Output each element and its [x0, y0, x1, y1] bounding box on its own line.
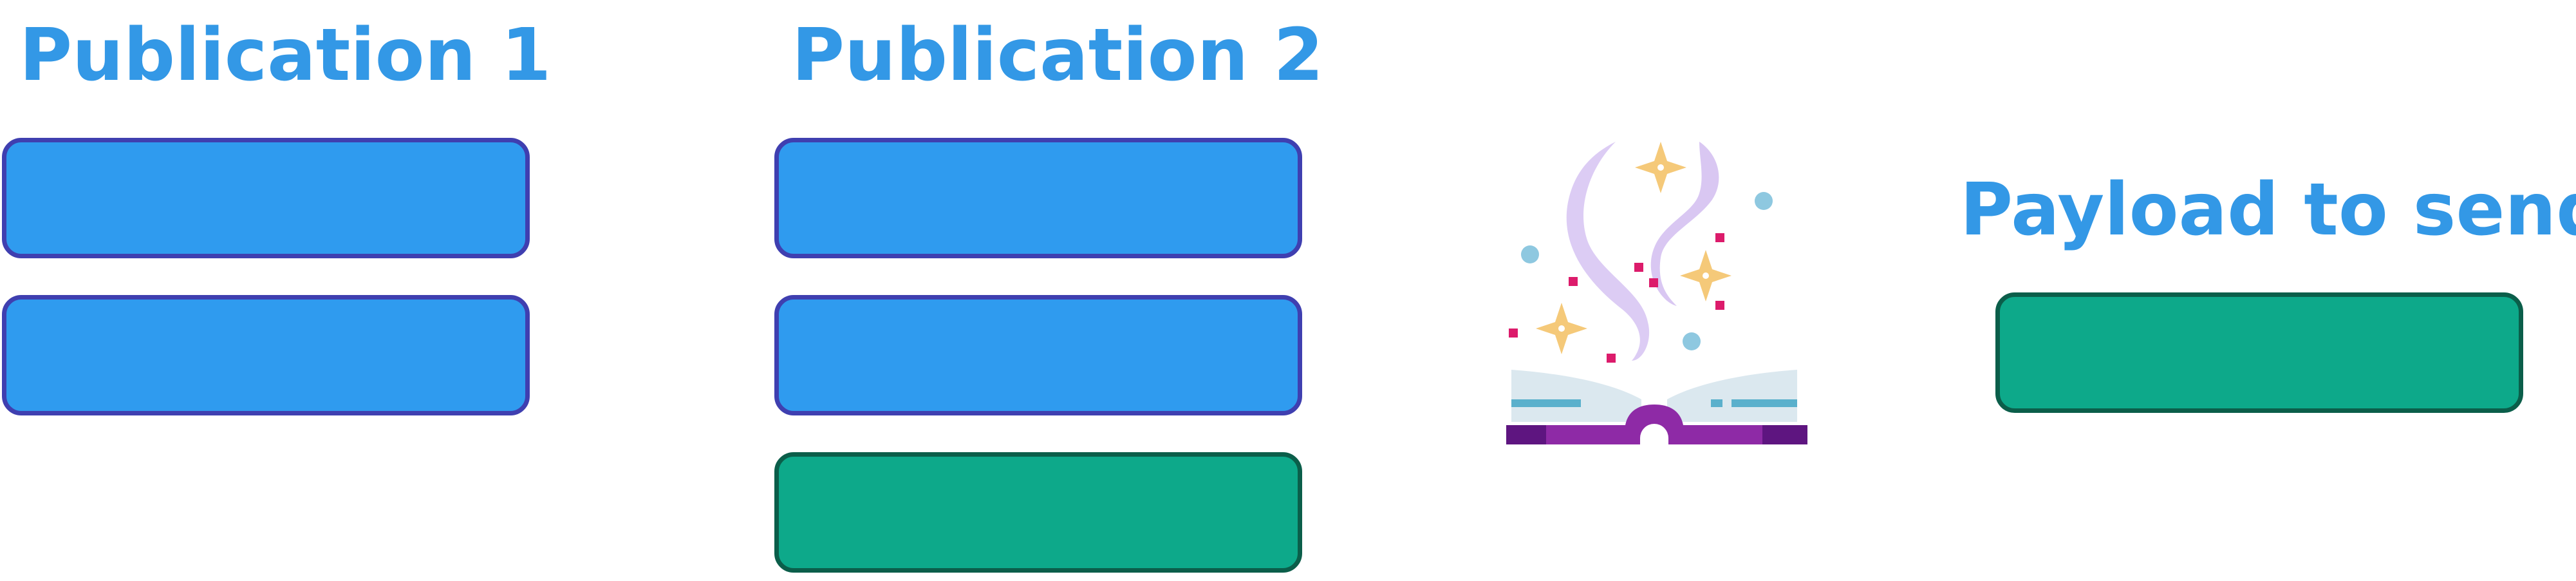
payload-title: Payload to send	[1960, 168, 2576, 252]
publication-2-block-3	[774, 452, 1302, 573]
publication-1-block-1	[2, 138, 530, 258]
publication-1-title: Publication 1	[19, 14, 552, 97]
publication-2-title: Publication 2	[792, 14, 1324, 97]
publication-2-block-1	[774, 138, 1302, 258]
publication-1-block-2	[2, 295, 530, 415]
payload-block	[1995, 292, 2523, 413]
publication-2-block-2	[774, 295, 1302, 415]
magic-book-icon	[1501, 129, 1828, 452]
